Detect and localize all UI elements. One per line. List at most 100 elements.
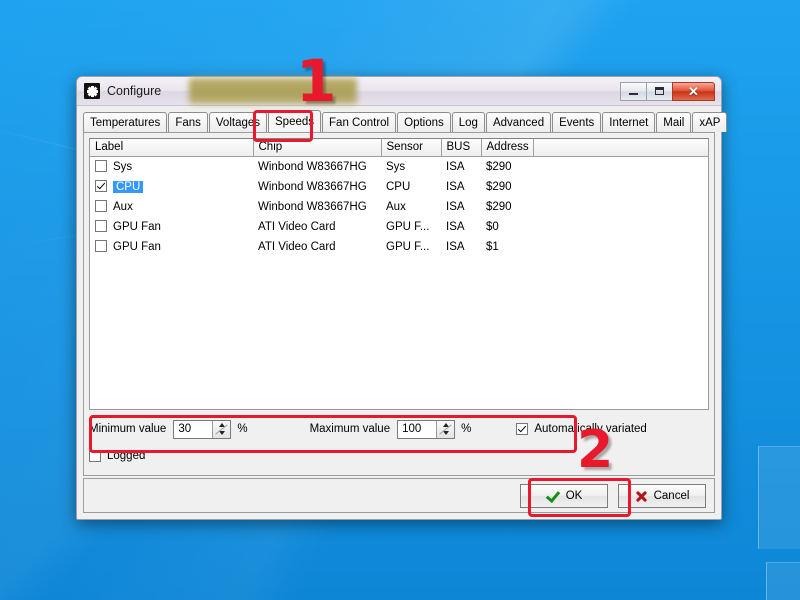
maximum-value-stepper[interactable]: 100 [397,419,456,439]
cell-sensor: GPU F... [386,220,430,233]
tab-internet[interactable]: Internet [602,112,656,132]
tab-label: Events [559,116,595,129]
row-label-text: GPU Fan [113,241,161,253]
wallpaper-panel [758,446,800,549]
row-label-text: Aux [113,201,133,213]
stepper-up-icon[interactable] [213,421,230,430]
cell-chip: Winbond W83667HG [258,200,367,213]
cell-label[interactable]: CPU [90,177,253,197]
fan-icon [84,83,100,99]
cell-bus: ISA [446,160,465,173]
cell-bus: ISA [446,180,465,193]
cell-sensor: CPU [386,180,411,193]
column-header-label[interactable]: Label [90,139,254,157]
maximum-value-input[interactable]: 100 [398,420,437,438]
cell-address: $1 [486,240,499,253]
window-title: Configure [107,84,162,98]
automatically-variated-label: Automatically variated [534,423,647,435]
tab-mail[interactable]: Mail [656,112,692,132]
desktop-background: Configure ✕ Temperatures Fans Voltages Spee… [0,0,800,600]
checkbox-icon[interactable] [95,160,107,172]
maximum-value-unit: % [461,423,472,435]
close-button[interactable]: ✕ [672,81,715,101]
tab-options[interactable]: Options [397,112,451,132]
cell-filler [533,237,708,257]
close-icon: ✕ [688,83,699,99]
tab-advanced[interactable]: Advanced [485,112,552,132]
table-header-row: Label Chip Sensor BUS Address [90,139,708,157]
column-header-chip[interactable]: Chip [253,139,382,157]
cell-label[interactable]: Sys [90,156,253,177]
tab-xap[interactable]: xAP [692,112,728,132]
table-row[interactable]: CPU Winbond W83667HG CPU ISA $290 [90,177,708,197]
cell-label[interactable]: GPU Fan [90,217,253,237]
tab-events[interactable]: Events [552,112,602,132]
tab-label: Fan Control [329,116,390,129]
title-bar[interactable]: Configure ✕ [77,77,721,106]
dialog-button-bar: OK Cancel [83,478,715,513]
checkbox-icon[interactable] [95,200,107,212]
tab-voltages[interactable]: Voltages [208,112,268,132]
table-row[interactable]: Sys Winbond W83667HG Sys ISA $290 [90,156,708,177]
tab-fans[interactable]: Fans [168,112,208,132]
checkbox-icon[interactable] [516,423,529,435]
logged-label: Logged [107,450,146,462]
minimum-value-stepper[interactable]: 30 [173,419,232,439]
cell-chip: ATI Video Card [258,240,336,253]
cell-chip: ATI Video Card [258,220,336,233]
checkbox-icon[interactable] [95,180,107,192]
automatically-variated-checkbox[interactable]: Automatically variated [516,423,647,435]
ok-button[interactable]: OK [520,483,608,508]
ok-button-label: OK [565,489,583,502]
tab-speeds[interactable]: Speeds [268,110,322,132]
cell-filler [533,156,708,177]
cell-sensor: Sys [386,160,406,173]
cell-chip: Winbond W83667HG [258,180,367,193]
table-row[interactable]: Aux Winbond W83667HG Aux ISA $290 [90,197,708,217]
maximize-button[interactable] [646,81,673,101]
cell-address: $290 [486,200,512,213]
minimum-value-label: Minimum value [89,423,167,435]
cancel-button[interactable]: Cancel [618,483,706,508]
tab-label: Internet [609,116,649,129]
logged-checkbox[interactable]: Logged [89,450,145,462]
window-controls: ✕ [620,81,717,101]
tab-label: Options [404,116,444,129]
tab-label: xAP [699,116,721,129]
wallpaper-panel [766,562,800,600]
maximum-stepper-buttons[interactable] [436,420,455,438]
cell-address: $0 [486,220,499,233]
minimum-stepper-buttons[interactable] [212,420,231,438]
cell-bus: ISA [446,200,465,213]
cell-bus: ISA [446,240,465,253]
checkbox-icon[interactable] [95,240,107,252]
checkbox-icon[interactable] [89,450,101,462]
table-row[interactable]: GPU Fan ATI Video Card GPU F... ISA $0 [90,217,708,237]
tab-temperatures[interactable]: Temperatures [83,112,168,132]
tab-label: Mail [663,116,685,129]
cell-address: $290 [486,160,512,173]
tab-label: Voltages [215,116,261,129]
stepper-down-icon[interactable] [213,429,230,438]
tab-log[interactable]: Log [451,112,485,132]
speeds-list[interactable]: Label Chip Sensor BUS Address Sys Winbond… [89,138,709,410]
column-header-filler [533,139,708,157]
title-watermark-blur [189,78,357,104]
stepper-down-icon[interactable] [437,429,454,438]
cell-sensor: GPU F... [386,240,430,253]
checkbox-icon[interactable] [95,220,107,232]
value-settings-row: Minimum value 30 % Maximum value 100 % A… [89,416,709,442]
column-header-sensor[interactable]: Sensor [381,139,442,157]
minimum-value-input[interactable]: 30 [174,420,213,438]
cell-label[interactable]: Aux [90,197,253,217]
table-row[interactable]: GPU Fan ATI Video Card GPU F... ISA $1 [90,237,708,257]
tab-label: Temperatures [90,116,161,129]
stepper-up-icon[interactable] [437,421,454,430]
column-header-bus[interactable]: BUS [441,139,482,157]
cell-filler [533,177,708,197]
column-header-address[interactable]: Address [481,139,534,157]
tab-fan-control[interactable]: Fan Control [322,112,397,132]
minimize-button[interactable] [620,81,647,101]
cell-filler [533,217,708,237]
cell-label[interactable]: GPU Fan [90,237,253,257]
